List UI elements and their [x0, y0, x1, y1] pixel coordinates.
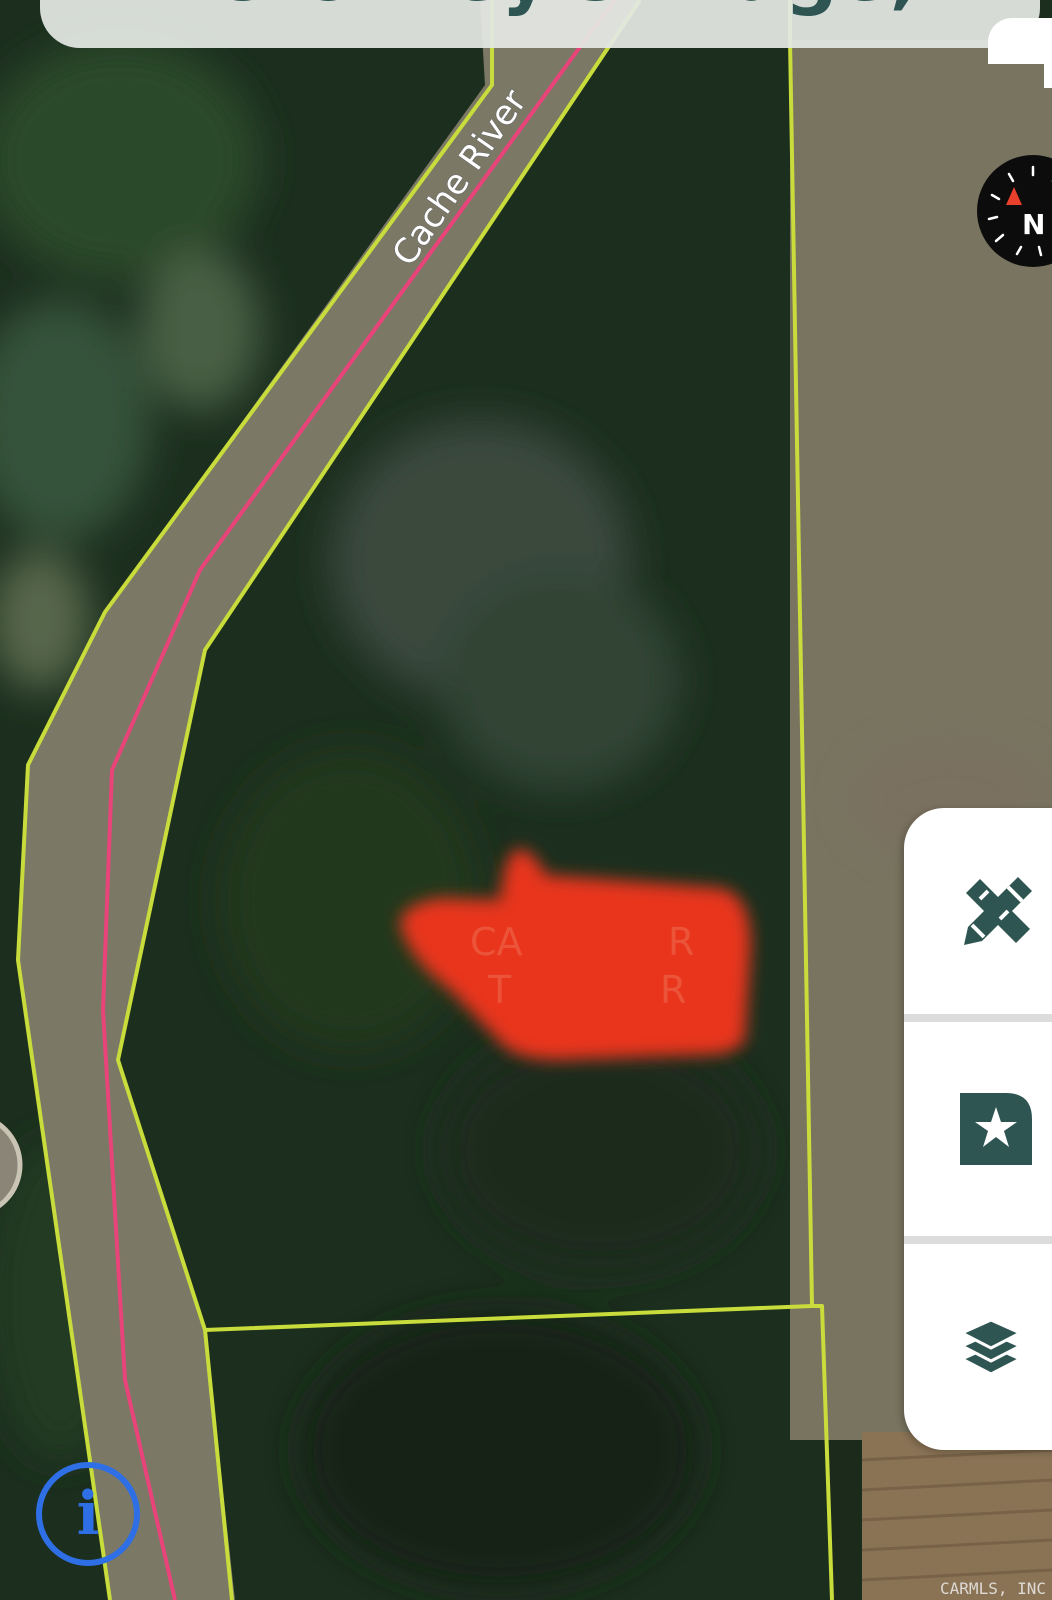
svg-text:R: R	[668, 920, 694, 964]
layers-button[interactable]	[904, 1244, 1052, 1450]
copyright-label: CARMLS, INC	[940, 1579, 1046, 1598]
info-icon: i	[76, 1479, 100, 1549]
measure-button[interactable]	[904, 808, 1052, 1014]
svg-text:CA: CA	[470, 920, 523, 964]
ruler-pencil-icon	[964, 877, 1032, 945]
satellite-map[interactable]: Cache River CA R T R	[0, 0, 1052, 1600]
saved-places-button[interactable]	[904, 1022, 1052, 1236]
title-bar[interactable]: Crowley's Ridge,...	[40, 0, 1040, 48]
layers-icon	[960, 1318, 1022, 1376]
page-title: Crowley's Ridge,...	[210, 0, 1006, 18]
svg-text:R: R	[660, 968, 686, 1012]
menu-button[interactable]	[988, 18, 1052, 88]
svg-text:T: T	[487, 968, 512, 1012]
info-button[interactable]: i	[36, 1462, 140, 1566]
tool-panel	[904, 808, 1052, 1450]
bookmark-star-icon	[960, 1093, 1032, 1165]
compass-north-label: N	[1022, 208, 1046, 241]
